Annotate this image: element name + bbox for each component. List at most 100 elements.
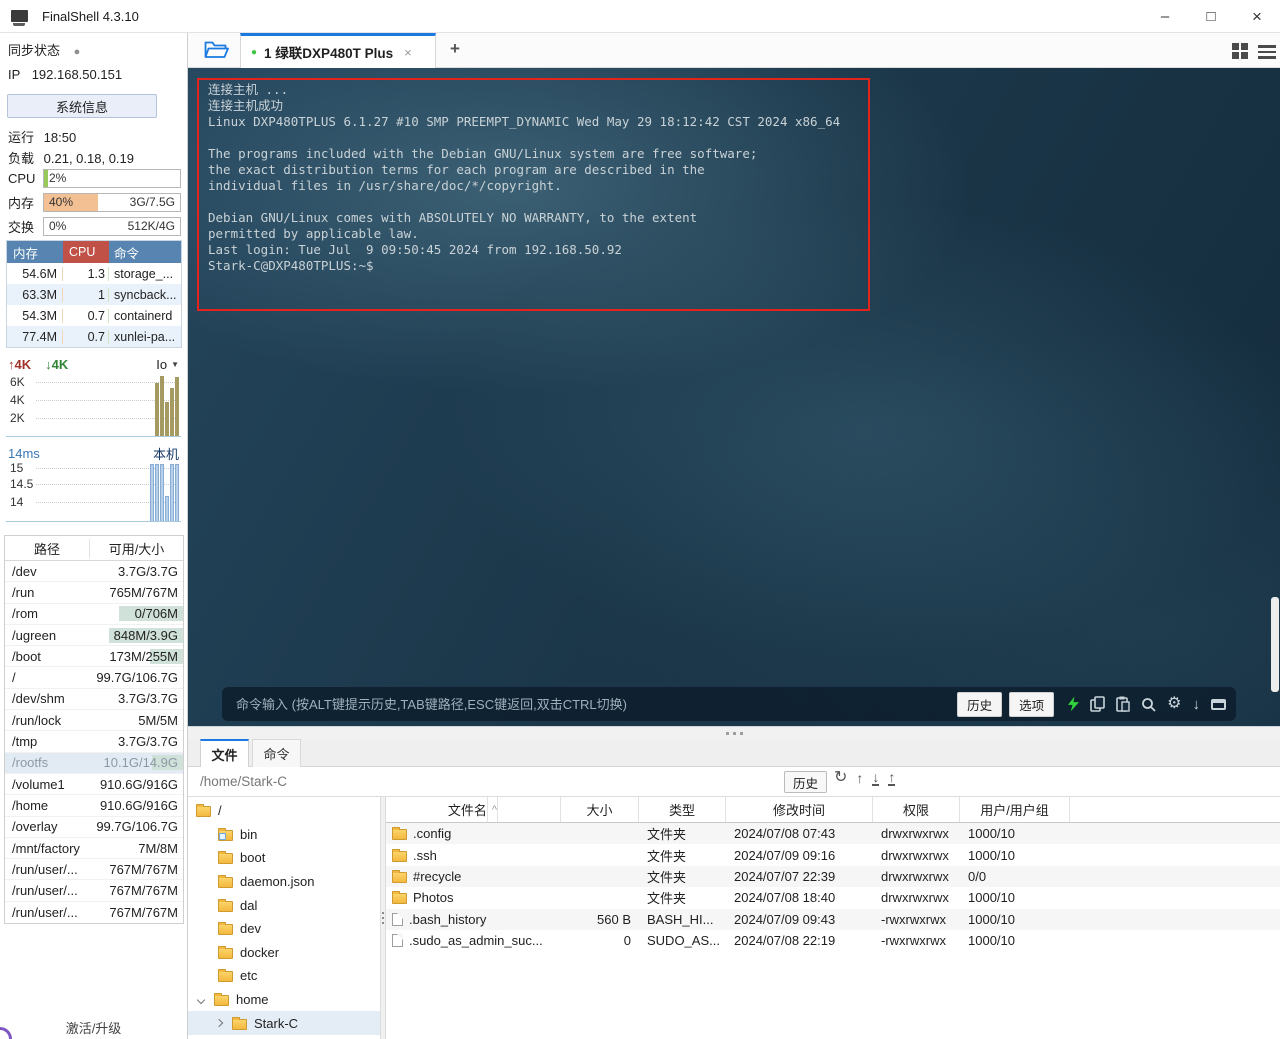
send-down-icon[interactable]: ↓	[1193, 697, 1201, 712]
command-input[interactable]	[236, 696, 951, 712]
mount-row[interactable]: /rom 0/706M	[5, 604, 183, 625]
ip-label: IP	[8, 67, 21, 82]
file-row[interactable]: .sudo_as_admin_suc... 0 SUDO_AS... 2024/…	[386, 930, 1280, 951]
search-icon[interactable]	[1141, 697, 1156, 712]
header-filename[interactable]: 文件名 ^	[386, 797, 561, 822]
tree-item[interactable]: etc	[188, 964, 380, 988]
history-button[interactable]: 历史	[957, 691, 1003, 717]
options-button[interactable]: 选项	[1009, 691, 1055, 717]
panel-splitter-handle[interactable]	[188, 726, 1280, 739]
process-row[interactable]: 54.6M 1.3 storage_...	[7, 263, 181, 284]
header-filler	[1070, 797, 1280, 822]
mount-row[interactable]: /run/user/... 767M/767M	[5, 859, 183, 881]
mount-row[interactable]: /volume1 910.6G/916G	[5, 774, 183, 796]
minimize-button[interactable]: –	[1142, 0, 1188, 33]
mount-avail: 767M/767M	[109, 861, 178, 877]
close-button[interactable]: ×	[1234, 0, 1280, 33]
file-row[interactable]: #recycle 文件夹 2024/07/07 22:39 drwxrwxrwx…	[386, 865, 1280, 888]
mount-row[interactable]: /home 910.6G/916G	[5, 795, 183, 817]
mount-row[interactable]: /dev 3.7G/3.7G	[5, 561, 183, 583]
mount-avail: 173M/255M	[80, 648, 183, 664]
mount-row[interactable]: /run 765M/767M	[5, 582, 183, 604]
header-size[interactable]: 大小	[561, 797, 639, 822]
paste-icon[interactable]	[1116, 696, 1130, 712]
new-tab-button[interactable]: +	[450, 39, 460, 59]
tree-item-expanded[interactable]: home	[188, 988, 380, 1012]
upload-rate: ↑4K	[8, 356, 32, 372]
gear-icon[interactable]: ⚙	[1167, 696, 1181, 712]
tab-files[interactable]: 文件	[200, 739, 249, 767]
parent-directory-icon[interactable]: ↑	[856, 771, 863, 785]
connected-dot-icon: ●	[251, 46, 258, 58]
tree-item[interactable]: docker	[188, 941, 380, 965]
mount-row[interactable]: /tmp 3.7G/3.7G	[5, 731, 183, 753]
folder-shortcut-icon	[218, 827, 233, 841]
tree-item[interactable]: bin	[188, 823, 380, 847]
download-icon[interactable]: ↓	[872, 770, 880, 786]
header-permissions[interactable]: 权限	[873, 797, 960, 822]
mount-row[interactable]: /run/user/... 767M/767M	[5, 902, 183, 923]
swap-gauge-detail: 512K/4G	[127, 218, 175, 233]
file-row[interactable]: .bash_history 560 B BASH_HI... 2024/07/0…	[386, 908, 1280, 930]
process-header-command[interactable]: 命令	[109, 241, 181, 263]
mount-row[interactable]: /overlay 99.7G/106.7G	[5, 817, 183, 838]
layout-grid-icon[interactable]	[1232, 43, 1248, 59]
mount-row[interactable]: /run/lock 5M/5M	[5, 710, 183, 732]
process-row[interactable]: 63.3M 1 syncback...	[7, 284, 181, 305]
file-row[interactable]: .ssh 文件夹 2024/07/09 09:16 drwxrwxrwx 100…	[386, 844, 1280, 865]
tree-item[interactable]: dev	[188, 917, 380, 941]
file-name: .config	[413, 826, 452, 842]
mount-row[interactable]: /dev/shm 3.7G/3.7G	[5, 689, 183, 711]
file-mtime: 2024/07/09 09:43	[734, 911, 836, 927]
header-type[interactable]: 类型	[639, 797, 726, 822]
header-mtime[interactable]: 修改时间	[726, 797, 873, 822]
network-chart: 6K 4K 2K	[6, 374, 181, 437]
system-info-button[interactable]: 系统信息	[7, 94, 157, 118]
tree-item-partial[interactable]	[188, 1035, 380, 1039]
maximize-button[interactable]: □	[1188, 0, 1234, 33]
chart-mode-dropdown[interactable]: Io ▼	[156, 357, 179, 372]
file-row[interactable]: .config 文件夹 2024/07/08 07:43 drwxrwxrwx …	[386, 823, 1280, 845]
process-row[interactable]: 77.4M 0.7 xunlei-pa...	[7, 326, 181, 347]
tree-item[interactable]: boot	[188, 846, 380, 870]
file-row[interactable]: Photos 文件夹 2024/07/08 18:40 drwxrwxrwx 1…	[386, 887, 1280, 908]
mount-header-path[interactable]: 路径	[5, 538, 90, 558]
mount-row[interactable]: / 99.7G/106.7G	[5, 667, 183, 689]
connection-lightning-icon[interactable]	[1068, 696, 1080, 712]
mount-row[interactable]: /ugreen 848M/3.9G	[5, 625, 183, 647]
sync-status-label: 同步状态	[8, 43, 61, 58]
activate-upgrade-link[interactable]: 激活/升级	[0, 1018, 187, 1037]
tree-item[interactable]: daemon.json	[188, 870, 380, 894]
upload-icon[interactable]: ↑	[888, 770, 896, 786]
terminal-scrollbar[interactable]	[1271, 597, 1279, 692]
mount-row[interactable]: /boot 173M/255M	[5, 646, 183, 668]
process-header-cpu[interactable]: CPU	[63, 241, 109, 263]
process-cpu: 0.7	[63, 308, 109, 323]
tab-commands[interactable]: 命令	[252, 739, 301, 767]
menu-icon[interactable]	[1258, 45, 1276, 59]
process-header-memory[interactable]: 内存	[7, 241, 63, 263]
file-permissions: drwxrwxrwx	[881, 826, 949, 842]
header-owner[interactable]: 用户/用户组	[960, 797, 1070, 822]
tab-close-icon[interactable]: ×	[404, 45, 412, 60]
copy-icon[interactable]	[1090, 696, 1105, 712]
mount-row-selected[interactable]: /rootfs 10.1G/14.9G	[5, 752, 183, 774]
mount-header-avail[interactable]: 可用/大小	[90, 539, 183, 558]
refresh-icon[interactable]: ↻	[834, 770, 847, 786]
file-type: 文件夹	[647, 848, 687, 864]
path-history-button[interactable]: 历史	[784, 771, 828, 793]
path-input[interactable]	[188, 774, 748, 789]
chevron-down-icon[interactable]	[196, 995, 206, 1004]
tree-item-selected[interactable]: Stark-C	[188, 1011, 380, 1035]
mount-row[interactable]: /mnt/factory 7M/8M	[5, 838, 183, 860]
terminal-area[interactable]: 连接主机 ... 连接主机成功 Linux DXP480TPLUS 6.1.27…	[188, 68, 1280, 726]
tab-session-active[interactable]: ● 1 绿联DXP480T Plus ×	[240, 33, 436, 68]
open-sessions-icon[interactable]	[204, 40, 229, 63]
process-row[interactable]: 54.3M 0.7 containerd	[7, 305, 181, 326]
window-mode-icon[interactable]	[1211, 698, 1226, 710]
chevron-right-icon[interactable]	[214, 1018, 224, 1028]
tree-item[interactable]: dal	[188, 893, 380, 917]
tree-item-root[interactable]: /	[188, 799, 380, 823]
mount-row[interactable]: /run/user/... 767M/767M	[5, 880, 183, 902]
